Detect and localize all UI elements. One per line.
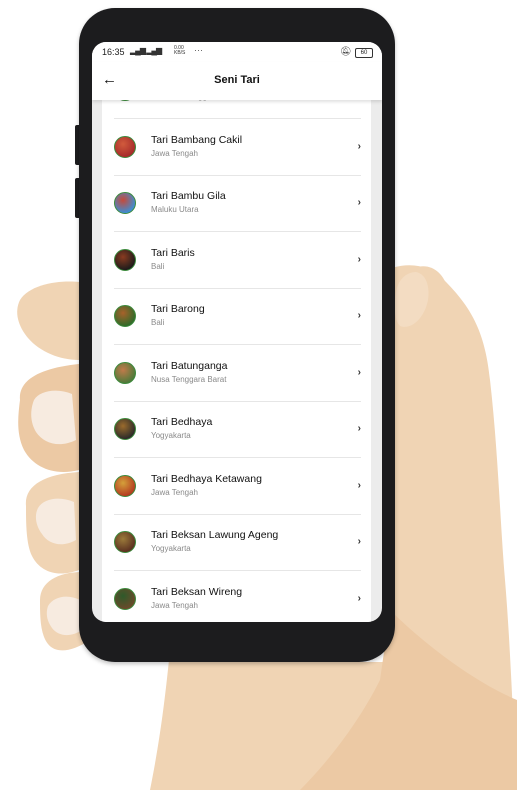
dance-thumbnail [114, 587, 136, 610]
list-item[interactable]: Tari Barong Bali › [102, 289, 371, 345]
dance-name: Tari Batunganga [151, 359, 228, 372]
dance-name: Tari Beksan Lawung Ageng [151, 529, 279, 541]
dance-name: Tari Barong [151, 303, 205, 315]
list-item[interactable]: Tari Batunganga Nusa Tenggara Barat › [102, 346, 371, 402]
dance-region: Nusa Tenggara Barat [151, 374, 227, 384]
dance-thumbnail [114, 135, 136, 158]
status-bar: 16:35 ▂▄▆ ▂▄▆ 0.00 KB/S ··· 🔕︎ 60 [92, 42, 382, 62]
dance-region: Yogyakarta [151, 544, 191, 553]
chevron-right-icon: › [357, 197, 361, 208]
dance-name: Tari Baris [151, 246, 195, 259]
chevron-right-icon: › [357, 592, 361, 604]
page-title: Seni Tari [214, 74, 260, 86]
list-item[interactable]: Tari Baris Bali › [102, 233, 371, 289]
dance-region: Maluku Utara [151, 205, 199, 214]
list-item[interactable]: Tari Beksan Wireng Jawa Tengah › [102, 572, 371, 623]
list-item[interactable]: Sulawesi Tenggara [102, 100, 371, 119]
chevron-right-icon: › [357, 310, 361, 321]
dance-name: Tari Bambu Gila [151, 190, 226, 202]
more-notifications-icon: ··· [194, 45, 203, 55]
chevron-right-icon: › [357, 140, 361, 152]
dance-thumbnail [114, 192, 136, 214]
list-item[interactable]: Tari Bedhaya Yogyakarta › [102, 402, 371, 458]
dance-region: Sulawesi Tenggara [151, 100, 218, 101]
chevron-right-icon: › [357, 423, 361, 434]
chevron-right-icon: › [357, 253, 361, 265]
chevron-right-icon: › [357, 366, 361, 378]
list-item[interactable]: Tari Bedhaya Ketawang Jawa Tengah › [102, 459, 371, 515]
dance-name: Tari Beksan Wireng [151, 585, 243, 598]
dance-region: Bali [151, 261, 165, 271]
wrist [150, 650, 300, 790]
list-item[interactable]: Tari Bambu Gila Maluku Utara › [102, 176, 371, 232]
battery-icon: 60 [355, 48, 373, 58]
chevron-right-icon: › [357, 536, 361, 547]
dance-region: Jawa Tengah [151, 487, 198, 497]
chevron-right-icon: › [357, 479, 361, 491]
list-item[interactable]: Tari Beksan Lawung Ageng Yogyakarta › [102, 515, 371, 571]
dance-list[interactable]: Sulawesi Tenggara Tari Bambang Cakil Jawa … [102, 100, 371, 622]
dance-name: Tari Bedhaya [151, 416, 213, 428]
dance-region: Jawa Tengah [151, 148, 198, 158]
phone-screen: 16:35 ▂▄▆ ▂▄▆ 0.00 KB/S ··· 🔕︎ 60 ← Seni… [92, 42, 382, 622]
dance-region: Bali [151, 318, 165, 327]
status-time: 16:35 [102, 47, 125, 57]
signal-icon: ▂▄▆ ▂▄▆ [130, 46, 162, 55]
finger-1 [17, 281, 79, 360]
dance-thumbnail [114, 100, 136, 101]
dance-thumbnail [114, 418, 136, 440]
app-bar: ← Seni Tari [92, 62, 382, 100]
dance-name: Tari Bedhaya Ketawang [151, 472, 262, 485]
network-speed: 0.00 KB/S [174, 45, 186, 56]
dance-thumbnail [114, 305, 136, 327]
dance-thumbnail [114, 474, 136, 497]
dance-region: Jawa Tengah [151, 600, 198, 610]
dance-thumbnail [114, 531, 136, 553]
list-item[interactable]: Tari Bambang Cakil Jawa Tengah › [102, 120, 371, 176]
dance-name: Tari Bambang Cakil [151, 133, 243, 146]
dance-thumbnail [114, 361, 136, 384]
dance-region: Yogyakarta [151, 431, 191, 440]
dance-thumbnail [114, 248, 136, 271]
mute-icon: 🔕︎ [340, 46, 352, 56]
